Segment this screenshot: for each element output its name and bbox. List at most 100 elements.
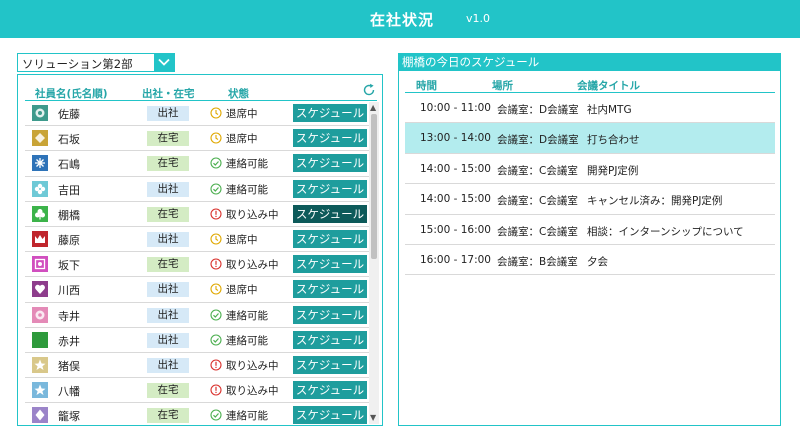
status-text: 取り込み中 <box>226 208 279 221</box>
schedule-button[interactable]: スケジュール <box>293 381 367 400</box>
schedule-button[interactable]: スケジュール <box>293 129 367 148</box>
employee-name: 猪俣 <box>58 359 80 373</box>
star-icon <box>32 356 48 373</box>
snowflake-icon <box>32 155 48 172</box>
dropdown-button[interactable] <box>154 54 174 71</box>
schedule-button[interactable]: スケジュール <box>293 355 367 374</box>
location-badge: 在宅 <box>147 408 189 424</box>
scrollbar[interactable]: ▲ ▼ <box>369 102 379 424</box>
blossom-icon <box>32 306 48 323</box>
avatar <box>32 382 48 399</box>
scrollbar-thumb[interactable] <box>371 114 377 259</box>
check-circle-icon <box>210 409 222 421</box>
schedule-button[interactable]: スケジュール <box>293 406 367 425</box>
employee-row[interactable]: 八幡 在宅 取り込み中 スケジュール <box>25 378 369 404</box>
schedule-row[interactable]: 13:00 - 14:00 会議室：D会議室 打ち合わせ <box>405 123 775 154</box>
schedule-time: 10:00 - 11:00 <box>420 102 491 114</box>
status-text: 連絡可能 <box>226 158 268 171</box>
location-badge: 在宅 <box>147 156 189 172</box>
clock-icon <box>210 283 222 295</box>
status-text: 連絡可能 <box>226 183 268 196</box>
avatar <box>32 105 48 121</box>
avatar <box>32 407 48 424</box>
alert-circle-icon <box>210 208 222 220</box>
employee-row[interactable]: 藤原 出社 退席中 スケジュール <box>25 227 369 253</box>
employee-row[interactable]: 石坂 在宅 退席中 スケジュール <box>25 126 369 152</box>
avatar <box>32 281 48 298</box>
alert-circle-icon <box>210 258 222 270</box>
scroll-up-arrow-icon[interactable]: ▲ <box>370 104 376 112</box>
department-select[interactable]: ソリューション第2部 <box>17 53 175 72</box>
schedule-row[interactable]: 14:00 - 15:00 会議室：C会議室 キャンセル済み：開発PJ定例 <box>405 184 775 215</box>
employee-row[interactable]: 赤井 出社 連絡可能 スケジュール <box>25 328 369 353</box>
scroll-down-arrow-icon[interactable]: ▼ <box>370 414 376 422</box>
schedule-panel: 棚橋の今日のスケジュール 時間 場所 会議タイトル 10:00 - 11:00 会… <box>398 53 781 426</box>
employee-row[interactable]: 猪俣 出社 取り込み中 スケジュール <box>25 353 369 379</box>
schedule-button[interactable]: スケジュール <box>293 179 367 198</box>
employee-name: 寺井 <box>58 309 80 323</box>
ornament-icon <box>32 130 48 147</box>
status-text: 退席中 <box>226 133 258 146</box>
employee-row[interactable]: 坂下 在宅 取り込み中 スケジュール <box>25 252 369 278</box>
schedule-time: 15:00 - 16:00 <box>420 223 491 236</box>
status-text: 退席中 <box>226 233 258 246</box>
employee-name: 藤原 <box>58 233 80 247</box>
employee-row[interactable]: 棚橋 在宅 取り込み中 スケジュール <box>25 202 369 227</box>
schedule-button[interactable]: スケジュール <box>293 229 367 248</box>
column-header-place: 場所 <box>492 80 513 92</box>
clock-icon <box>210 107 222 119</box>
employee-row[interactable]: 吉田 出社 連絡可能 スケジュール <box>25 177 369 202</box>
employee-name: 坂下 <box>58 259 80 273</box>
status-text: 連絡可能 <box>226 309 268 322</box>
avatar <box>32 356 48 373</box>
schedule-button[interactable]: スケジュール <box>293 104 367 122</box>
status-text: 退席中 <box>226 108 258 120</box>
check-circle-icon <box>210 334 222 346</box>
column-header-time: 時間 <box>416 80 437 92</box>
avatar <box>32 130 48 147</box>
employee-row[interactable]: 寺井 出社 連絡可能 スケジュール <box>25 303 369 328</box>
schedule-row[interactable]: 15:00 - 16:00 会議室：C会議室 相談：インターンシップについて <box>405 215 775 245</box>
schedule-meeting-title: 夕会 <box>587 255 608 268</box>
schedule-button[interactable]: スケジュール <box>293 330 367 349</box>
schedule-meeting-title: 相談：インターンシップについて <box>587 225 744 238</box>
schedule-button[interactable]: スケジュール <box>293 305 367 324</box>
schedule-button[interactable]: スケジュール <box>293 154 367 173</box>
gear-icon <box>32 105 48 121</box>
schedule-place: 会議室：B会議室 <box>497 255 578 268</box>
status-text: 取り込み中 <box>226 385 279 398</box>
star-icon <box>32 382 48 399</box>
schedule-row[interactable]: 16:00 - 17:00 会議室：B会議室 夕会 <box>405 245 775 276</box>
check-circle-icon <box>210 183 222 195</box>
employee-row[interactable]: 川西 出社 退席中 スケジュール <box>25 277 369 303</box>
schedule-button[interactable]: スケジュール <box>293 204 367 223</box>
app-version: v1.0 <box>466 12 491 25</box>
frame-icon <box>32 256 48 273</box>
employee-row[interactable]: 佐藤 出社 退席中 スケジュール <box>25 101 369 127</box>
schedule-place: 会議室：D会議室 <box>497 104 579 116</box>
clover-icon <box>32 205 48 222</box>
schedule-time: 13:00 - 14:00 <box>420 132 491 145</box>
schedule-row[interactable]: 10:00 - 11:00 会議室：D会議室 社内MTG <box>405 93 775 124</box>
status-text: 退席中 <box>226 284 258 297</box>
refresh-icon[interactable] <box>362 83 376 97</box>
avatar <box>32 331 48 348</box>
diamond-icon <box>32 407 48 424</box>
employee-list-panel: 社員名(氏名順) 出社・在宅 状態 佐藤 出社 退席中 スケジュール 石坂 在宅 退席中 スケ… <box>17 74 383 426</box>
employee-row[interactable]: 籠塚 在宅 連絡可能 スケジュール <box>25 403 369 425</box>
location-badge: 在宅 <box>147 257 189 273</box>
schedule-button[interactable]: スケジュール <box>293 280 367 299</box>
schedule-row[interactable]: 14:00 - 15:00 会議室：C会議室 開発PJ定例 <box>405 154 775 185</box>
employee-rows: 佐藤 出社 退席中 スケジュール 石坂 在宅 退席中 スケジュール 石嶋 在宅 連絡可能 スケジュール… <box>25 101 369 425</box>
column-header-location: 出社・在宅 <box>142 88 195 100</box>
schedule-rows: 10:00 - 11:00 会議室：D会議室 社内MTG 13:00 - 14:00 会… <box>405 93 775 276</box>
avatar <box>32 180 48 197</box>
schedule-button[interactable]: スケジュール <box>293 255 367 274</box>
column-header-meeting: 会議タイトル <box>577 80 640 92</box>
department-select-value: ソリューション第2部 <box>22 57 133 71</box>
location-badge: 在宅 <box>147 206 189 222</box>
employee-row[interactable]: 石嶋 在宅 連絡可能 スケジュール <box>25 151 369 177</box>
column-header-status: 状態 <box>228 88 249 100</box>
schedule-place: 会議室：C会議室 <box>497 195 578 208</box>
schedule-meeting-title: キャンセル済み：開発PJ定例 <box>587 195 723 208</box>
